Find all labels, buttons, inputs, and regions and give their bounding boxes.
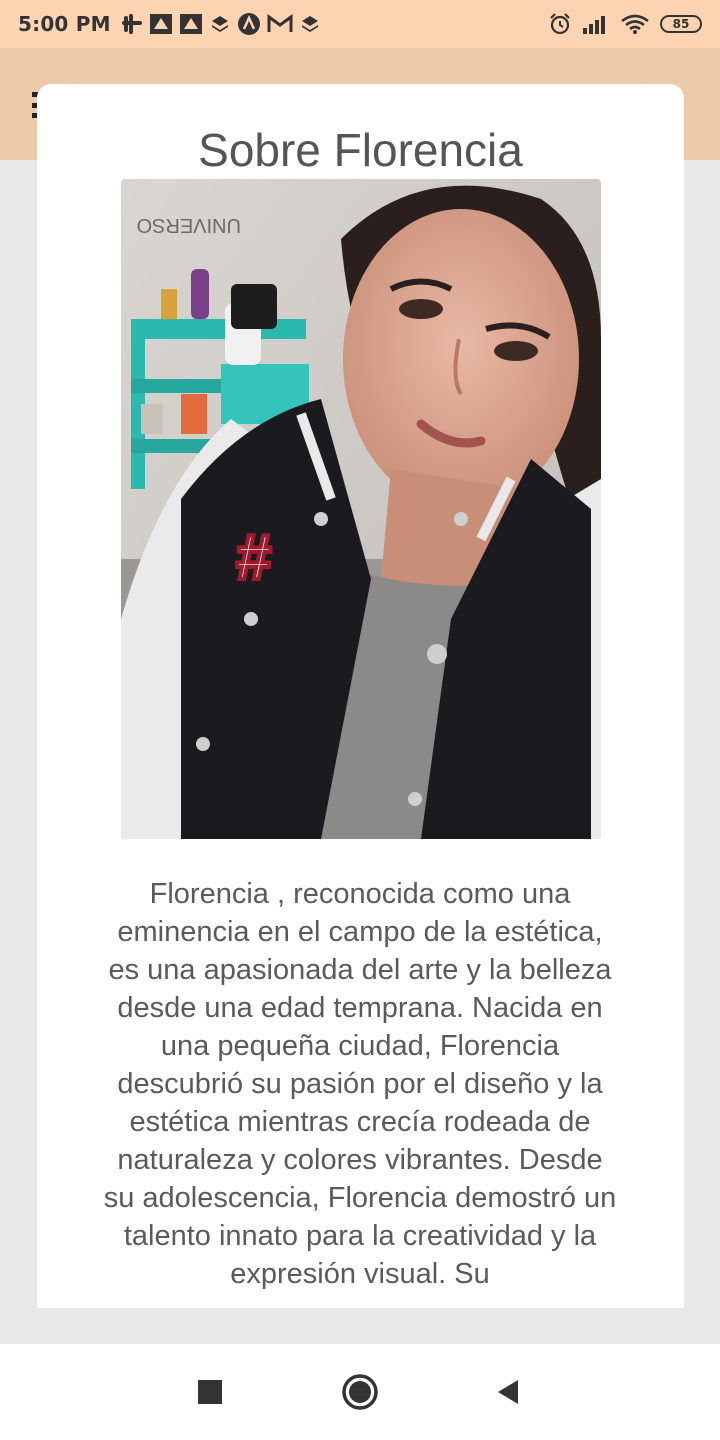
slack-icon	[121, 14, 142, 34]
home-button[interactable]	[338, 1344, 382, 1440]
svg-text:UNIVERSO: UNIVERSO	[137, 214, 241, 236]
app-icon	[179, 14, 202, 34]
navigation-bar	[0, 1344, 720, 1440]
app-icon	[149, 14, 172, 34]
circle-icon	[342, 1374, 378, 1410]
battery-level: 85	[672, 17, 690, 31]
battery-icon: 85	[660, 15, 702, 33]
profile-photo: UNIVERSO #	[121, 179, 601, 839]
square-icon	[198, 1380, 222, 1404]
profile-photo-illustration: UNIVERSO #	[121, 179, 601, 839]
svg-text:#: #	[236, 521, 272, 593]
modal-title: Sobre Florencia	[198, 124, 523, 176]
wifi-icon	[621, 14, 649, 34]
dropbox-icon	[301, 16, 318, 32]
signal-icon	[583, 16, 605, 34]
status-bar: 5:00 PM 85	[0, 0, 720, 48]
back-button[interactable]	[488, 1344, 528, 1440]
status-right: 85	[548, 12, 702, 36]
dropbox-icon	[211, 16, 228, 32]
bio-text: Florencia , reconocida como una eminenci…	[103, 878, 617, 1290]
gmail-icon	[267, 14, 293, 32]
about-modal: Sobre Florencia UNIVERSO # Florencia , r…	[37, 84, 684, 1308]
alarm-icon	[550, 13, 570, 35]
recents-button[interactable]	[190, 1344, 230, 1440]
triangle-back-icon	[498, 1380, 518, 1404]
status-left: 5:00 PM	[18, 12, 321, 36]
app-a-icon	[237, 13, 260, 35]
notification-icons	[121, 12, 321, 36]
status-time: 5:00 PM	[18, 12, 111, 36]
